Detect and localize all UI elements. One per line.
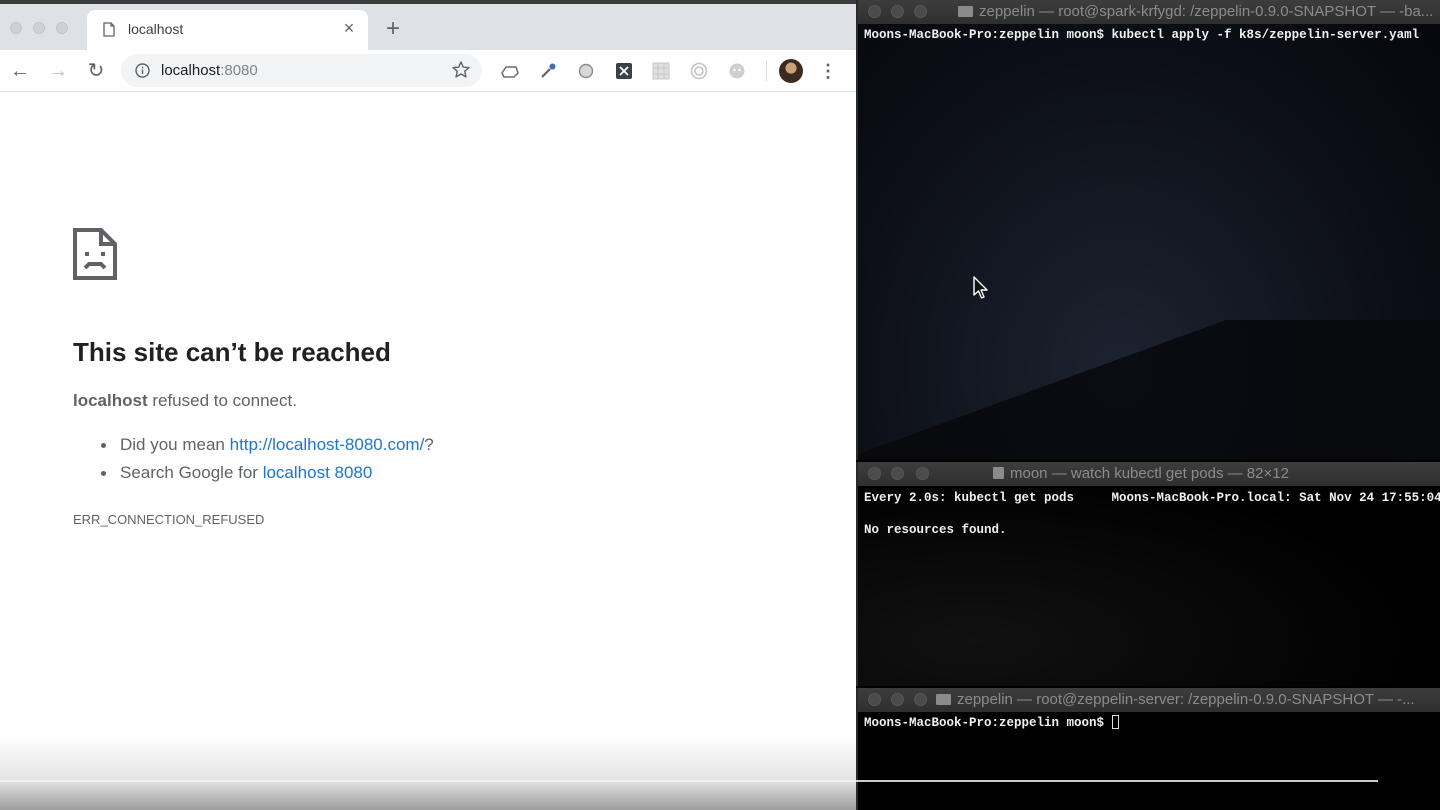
terminal-output[interactable]: Moons-MacBook-Pro:zeppelin moon$ kubectl… (864, 27, 1419, 43)
folder-icon (958, 6, 973, 17)
error-description: localhost refused to connect. (73, 391, 297, 411)
extension-x-icon[interactable] (614, 61, 634, 81)
page-icon (103, 22, 115, 37)
sad-page-icon (73, 228, 117, 280)
browser-toolbar: ← → ↻ localhost:8080 ⋮ (0, 50, 856, 92)
search-google-link[interactable]: localhost 8080 (263, 463, 373, 482)
profile-avatar[interactable] (779, 59, 803, 83)
forward-icon[interactable]: → (46, 59, 70, 83)
list-item: Did you mean http://localhost-8080.com/? (73, 435, 434, 463)
suggested-url-link[interactable]: http://localhost-8080.com/ (230, 435, 425, 454)
extension-target-icon[interactable] (689, 61, 709, 81)
terminal-prompt: Moons-MacBook-Pro:zeppelin moon$ (864, 716, 1112, 730)
error-title: This site can’t be reached (73, 337, 391, 367)
suggestion2-prefix: Search Google for (120, 463, 263, 482)
terminal-top[interactable]: zeppelin — root@spark-krfygd: /zeppelin-… (856, 0, 1440, 460)
folder-icon (936, 694, 951, 705)
address-bar[interactable]: localhost:8080 (121, 54, 482, 87)
browser-window: localhost × + ← → ↻ localhost:8080 ⋮ Thi… (0, 0, 856, 810)
extension-face-icon[interactable] (727, 61, 747, 81)
bookmark-star-icon[interactable] (451, 60, 471, 80)
extension-drive-icon[interactable] (500, 61, 520, 81)
tab-close-icon[interactable]: × (339, 18, 359, 38)
terminal-middle[interactable]: moon — watch kubectl get pods — 82×12 Ev… (856, 462, 1440, 686)
new-tab-button[interactable]: + (382, 17, 404, 41)
extension-eyedropper-icon[interactable] (538, 61, 558, 81)
error-code: ERR_CONNECTION_REFUSED (73, 512, 265, 527)
terminal-title-text: moon — watch kubectl get pods — 82×12 (1010, 465, 1289, 482)
terminal-bottom[interactable]: zeppelin — root@zeppelin-server: /zeppel… (856, 688, 1440, 810)
toolbar-separator (766, 61, 767, 81)
reload-icon[interactable]: ↻ (84, 59, 108, 83)
url-port: :8080 (220, 62, 258, 79)
error-page: This site can’t be reached localhost ref… (0, 93, 856, 810)
wallpaper-ridge (858, 320, 1440, 460)
back-icon[interactable]: ← (8, 59, 32, 83)
mouse-pointer-icon (973, 276, 988, 299)
extension-grid-icon[interactable] (651, 61, 671, 81)
window-close-dot[interactable] (10, 22, 22, 34)
suggestion1-suffix: ? (424, 435, 434, 454)
terminal-title-text: zeppelin — root@zeppelin-server: /zeppel… (957, 691, 1415, 708)
url-text[interactable]: localhost:8080 (161, 62, 258, 79)
window-zoom-dot[interactable] (56, 22, 68, 34)
kebab-menu-icon[interactable]: ⋮ (818, 60, 838, 82)
terminal-titlebar[interactable]: zeppelin — root@zeppelin-server: /zeppel… (858, 688, 1440, 712)
tab-title: localhost (128, 21, 184, 37)
terminal-title: zeppelin — root@zeppelin-server: /zeppel… (858, 691, 1440, 708)
url-host: localhost (161, 62, 221, 79)
list-item: Search Google for localhost 8080 (73, 463, 434, 491)
info-icon[interactable] (135, 63, 150, 78)
watch-header: Every 2.0s: kubectl get pods Moons-MacBo… (864, 491, 1440, 505)
error-host: localhost (73, 391, 148, 410)
video-progress-line (0, 780, 1378, 782)
terminal-titlebar[interactable]: zeppelin — root@spark-krfygd: /zeppelin-… (858, 0, 1440, 24)
bottom-fade (0, 735, 856, 810)
terminal-title: moon — watch kubectl get pods — 82×12 (858, 465, 1440, 482)
terminal-title-text: zeppelin — root@spark-krfygd: /zeppelin-… (979, 3, 1434, 20)
terminal-title: zeppelin — root@spark-krfygd: /zeppelin-… (858, 3, 1440, 20)
terminal-command-line: Moons-MacBook-Pro:zeppelin moon$ kubectl… (864, 28, 1420, 42)
terminal-output[interactable]: Every 2.0s: kubectl get pods Moons-MacBo… (864, 490, 1440, 538)
text-cursor (1111, 715, 1119, 729)
tab-localhost[interactable]: localhost × (87, 10, 368, 50)
terminal-output[interactable]: Moons-MacBook-Pro:zeppelin moon$ (864, 715, 1119, 731)
window-minimize-dot[interactable] (33, 22, 45, 34)
watch-result: No resources found. (864, 523, 1007, 537)
terminal-titlebar[interactable]: moon — watch kubectl get pods — 82×12 (858, 462, 1440, 486)
home-icon (993, 467, 1004, 479)
tab-strip: localhost × + (0, 4, 856, 50)
extension-circle-icon[interactable] (576, 61, 596, 81)
suggestion-list: Did you mean http://localhost-8080.com/?… (73, 435, 434, 491)
error-desc-text: refused to connect. (147, 391, 297, 410)
suggestion1-prefix: Did you mean (120, 435, 230, 454)
